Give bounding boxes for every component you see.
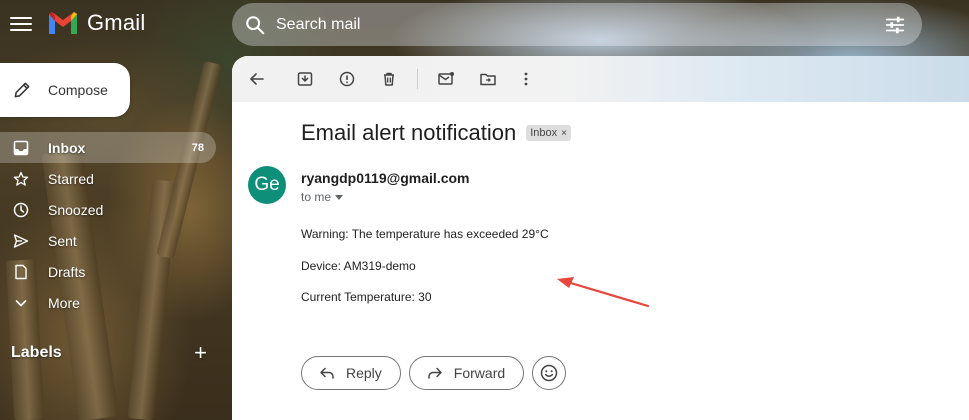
sidebar-item-label: More bbox=[48, 294, 80, 311]
message-view: Email alert notification Inbox × Ge ryan… bbox=[232, 56, 969, 420]
sidebar-item-starred[interactable]: Starred bbox=[0, 163, 216, 194]
sidebar-item-more[interactable]: More bbox=[0, 287, 216, 318]
message-body-line: Current Temperature: 30 bbox=[301, 290, 432, 304]
inbox-label-tag: Inbox × bbox=[526, 125, 571, 141]
search-icon[interactable] bbox=[244, 14, 266, 36]
sidebar-item-label: Starred bbox=[48, 170, 94, 187]
compose-button[interactable]: Compose bbox=[0, 63, 130, 117]
label-tag-text: Inbox bbox=[530, 127, 558, 139]
folder-move-icon bbox=[480, 73, 496, 86]
email-subject: Email alert notification bbox=[301, 120, 517, 145]
pencil-icon bbox=[14, 82, 30, 98]
toolbar-divider bbox=[417, 69, 418, 89]
search-input[interactable] bbox=[276, 15, 856, 34]
compose-label: Compose bbox=[48, 82, 108, 98]
sidebar-item-inbox[interactable]: Inbox 78 bbox=[0, 132, 216, 163]
sidebar-item-label: Drafts bbox=[48, 263, 86, 280]
remove-label-icon[interactable]: × bbox=[561, 128, 567, 139]
sender-email[interactable]: ryangdp0119@gmail.com bbox=[301, 170, 470, 186]
sidebar-item-drafts[interactable]: Drafts bbox=[0, 256, 216, 287]
sidebar-item-label: Inbox bbox=[48, 139, 86, 156]
forward-icon bbox=[428, 367, 442, 379]
search-bar[interactable] bbox=[232, 3, 922, 46]
sidebar-item-label: Sent bbox=[48, 232, 77, 249]
star-icon bbox=[12, 170, 30, 188]
more-options-button[interactable] bbox=[508, 61, 544, 97]
back-button[interactable] bbox=[239, 61, 275, 97]
avatar[interactable]: Ge bbox=[248, 166, 286, 204]
gmail-wordmark: Gmail bbox=[87, 10, 146, 35]
caret-down-icon bbox=[335, 194, 344, 200]
draft-icon bbox=[12, 263, 30, 281]
sidebar-item-snoozed[interactable]: Snoozed bbox=[0, 194, 216, 225]
archive-icon bbox=[297, 72, 313, 86]
sidebar-item-sent[interactable]: Sent bbox=[0, 225, 216, 256]
labels-heading: Labels bbox=[11, 344, 62, 361]
archive-button[interactable] bbox=[287, 61, 323, 97]
gmail-logo[interactable]: Gmail bbox=[47, 10, 145, 36]
subject-row: Email alert notification Inbox × bbox=[301, 120, 571, 146]
recipient-label: to me bbox=[301, 190, 332, 204]
delete-button[interactable] bbox=[371, 61, 407, 97]
unread-count-badge: 78 bbox=[191, 141, 204, 154]
more-vertical-icon bbox=[524, 72, 528, 86]
gmail-m-icon bbox=[49, 12, 77, 34]
arrow-left-icon bbox=[250, 73, 264, 85]
message-actions: Reply Forward bbox=[301, 356, 567, 390]
message-body-line: Warning: The temperature has exceeded 29… bbox=[301, 227, 549, 241]
add-label-icon[interactable]: + bbox=[194, 342, 207, 364]
labels-header: Labels + bbox=[11, 342, 207, 364]
send-icon bbox=[12, 232, 30, 250]
reply-icon bbox=[320, 367, 334, 379]
mail-unread-icon bbox=[438, 72, 454, 85]
mark-unread-button[interactable] bbox=[428, 61, 464, 97]
forward-label: Forward bbox=[453, 365, 506, 381]
chevron-down-icon bbox=[12, 294, 30, 312]
alert-icon bbox=[339, 71, 355, 87]
forward-button[interactable]: Forward bbox=[408, 356, 525, 390]
recipient-details[interactable]: to me bbox=[301, 190, 344, 204]
emoji-icon bbox=[540, 364, 558, 382]
reply-button[interactable]: Reply bbox=[301, 356, 401, 390]
inbox-icon bbox=[12, 139, 30, 157]
emoji-reaction-button[interactable] bbox=[532, 356, 567, 390]
annotation-arrow bbox=[557, 277, 650, 308]
sidebar-item-label: Snoozed bbox=[48, 201, 104, 218]
reply-label: Reply bbox=[346, 365, 382, 381]
move-to-button[interactable] bbox=[470, 61, 506, 97]
main-menu-icon[interactable] bbox=[10, 14, 32, 34]
report-spam-button[interactable] bbox=[329, 61, 365, 97]
search-options-icon[interactable] bbox=[884, 14, 906, 36]
clock-icon bbox=[12, 201, 30, 219]
sidebar-nav: Inbox 78 Starred Snoozed Sent Drafts Mor… bbox=[0, 132, 216, 318]
trash-icon bbox=[384, 72, 394, 86]
message-body-line: Device: AM319-demo bbox=[301, 259, 416, 273]
